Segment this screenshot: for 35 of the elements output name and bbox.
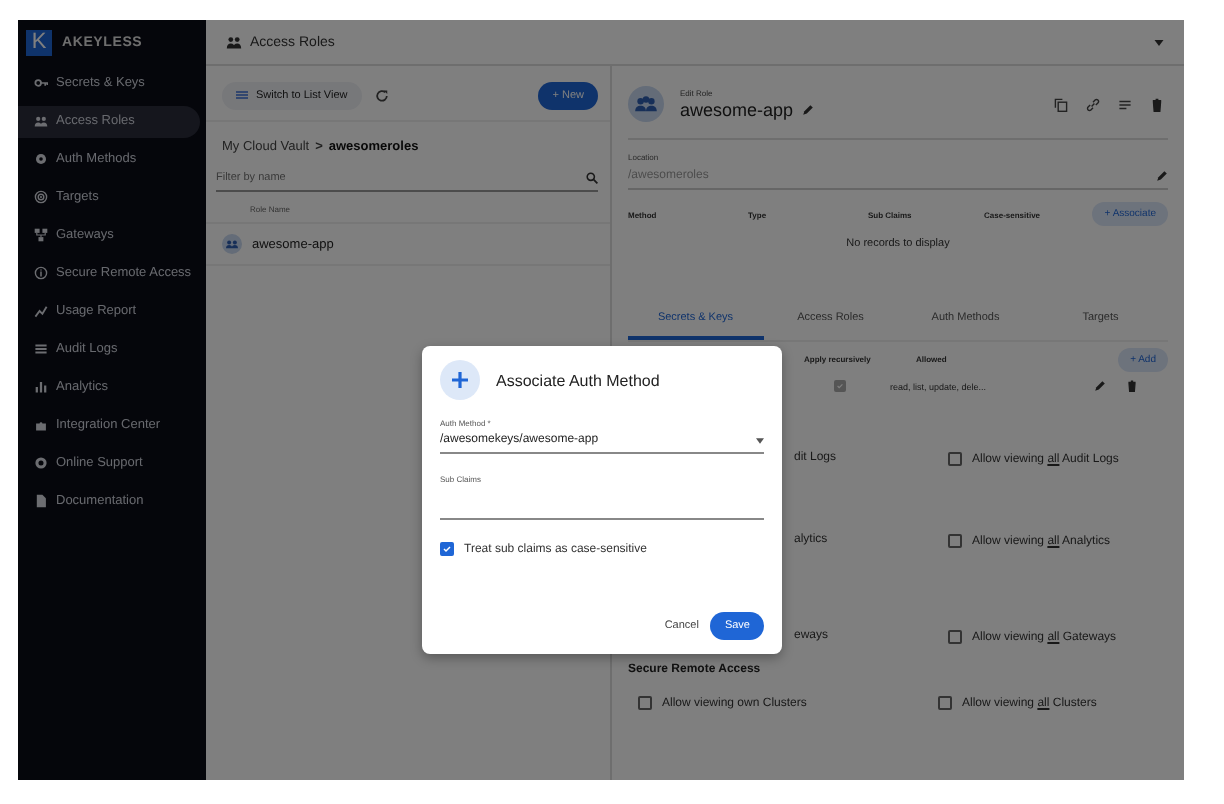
logo: K (26, 29, 52, 55)
list-icon (236, 90, 248, 100)
lines-icon[interactable] (1118, 97, 1132, 111)
plus-icon (440, 360, 480, 400)
role-avatar-icon (628, 86, 664, 122)
key-icon (34, 76, 48, 90)
checkbox[interactable] (638, 696, 652, 710)
role-name: awesome-app (680, 100, 794, 120)
trash-icon[interactable] (1126, 380, 1138, 392)
bar-chart-icon (34, 380, 48, 394)
checkbox[interactable] (948, 452, 962, 466)
checkbox[interactable] (948, 630, 962, 644)
role-avatar-icon (222, 234, 242, 254)
search-icon (586, 172, 598, 184)
target-icon (34, 190, 48, 204)
line-chart-icon (34, 304, 48, 318)
copy-icon[interactable] (1054, 97, 1068, 111)
people-icon (226, 34, 242, 50)
checkbox[interactable] (440, 542, 454, 556)
people-icon (34, 114, 48, 128)
network-icon (34, 228, 48, 242)
edit-icon[interactable] (801, 104, 814, 116)
info-icon (34, 266, 48, 280)
document-icon (34, 494, 48, 508)
dialog-title: Associate Auth Method (496, 371, 660, 389)
trash-icon[interactable] (1150, 97, 1164, 111)
checkbox[interactable] (948, 534, 962, 548)
edit-icon[interactable] (1094, 380, 1106, 392)
edit-icon[interactable] (1156, 170, 1168, 182)
checkbox[interactable] (938, 696, 952, 710)
refresh-icon[interactable] (373, 87, 390, 103)
caret-icon (756, 437, 764, 443)
list-icon (34, 342, 48, 356)
link-icon[interactable] (1086, 97, 1100, 111)
caret-icon[interactable] (1154, 39, 1164, 45)
